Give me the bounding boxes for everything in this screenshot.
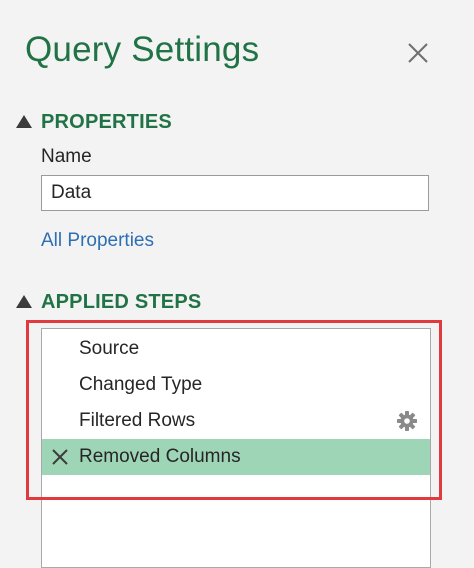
close-icon xyxy=(408,43,428,63)
step-changed-type[interactable]: Changed Type xyxy=(42,367,430,403)
query-name-input[interactable] xyxy=(41,175,429,211)
step-label: Changed Type xyxy=(79,374,203,395)
step-filtered-rows[interactable]: Filtered Rows xyxy=(42,403,430,439)
applied-steps-header: APPLIED STEPS xyxy=(41,290,202,313)
close-button[interactable] xyxy=(398,36,438,72)
name-label: Name xyxy=(41,146,92,167)
step-label: Source xyxy=(79,338,140,359)
gear-icon[interactable] xyxy=(396,410,418,432)
step-label: Removed Columns xyxy=(79,446,241,467)
query-settings-pane: Query Settings PROPERTIES Name All Prope… xyxy=(0,0,474,568)
properties-header: PROPERTIES xyxy=(41,110,172,133)
properties-section-toggle[interactable]: PROPERTIES xyxy=(16,109,172,135)
applied-steps-list[interactable]: Source Changed Type Filtered Rows Remove… xyxy=(41,328,431,568)
triangle-collapse-icon xyxy=(16,114,32,128)
step-label: Filtered Rows xyxy=(79,410,196,431)
triangle-collapse-icon xyxy=(16,294,32,308)
applied-steps-section-toggle[interactable]: APPLIED STEPS xyxy=(16,289,201,315)
all-properties-link[interactable]: All Properties xyxy=(41,230,154,252)
pane-title: Query Settings xyxy=(25,30,260,69)
x-delete-icon[interactable] xyxy=(51,448,69,466)
step-removed-columns[interactable]: Removed Columns xyxy=(42,439,430,475)
step-source[interactable]: Source xyxy=(42,331,430,367)
